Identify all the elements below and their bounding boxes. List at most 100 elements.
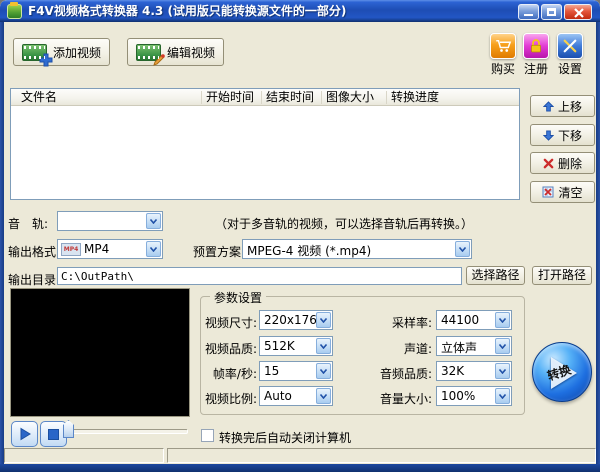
move-down-button[interactable]: 下移 (530, 124, 595, 146)
app-window: F4V视频格式转换器 4.3 (试用版只能转换源文件的一部分) 添加视频 编辑视… (0, 0, 600, 472)
settings-button[interactable] (557, 33, 583, 59)
column-filename[interactable]: 文件名 (21, 89, 57, 106)
frame-rate-select[interactable]: 15 (259, 361, 333, 381)
window-border-right (596, 22, 600, 472)
clear-label: 清空 (558, 185, 583, 200)
play-icon (20, 427, 31, 441)
audio-track-label: 音 轨: (8, 217, 49, 231)
arrow-up-icon (542, 100, 554, 112)
column-separator (321, 91, 322, 104)
file-list[interactable]: 文件名 开始时间 结束时间 图像大小 转换进度 (10, 88, 520, 200)
pencil-icon (153, 53, 165, 66)
audio-track-hint: （对于多音轨的视频，可以选择音轨后再转换。） (215, 217, 474, 231)
shutdown-checkbox-label: 转换完后自动关闭计算机 (219, 431, 352, 445)
status-panel-left (4, 448, 164, 463)
plus-icon (39, 53, 53, 66)
status-panel-right (167, 448, 596, 463)
close-icon (574, 8, 584, 18)
column-imagesize[interactable]: 图像大小 (326, 89, 374, 106)
choose-path-button[interactable]: 选择路径 (466, 266, 525, 285)
file-list-body[interactable] (11, 107, 519, 199)
chevron-down-icon[interactable] (316, 388, 331, 404)
preset-label: 预置方案: (193, 245, 246, 259)
video-size-label: 视频尺寸: (204, 316, 257, 330)
chevron-down-icon[interactable] (495, 338, 510, 354)
delete-button[interactable]: 删除 (530, 152, 595, 174)
close-button[interactable] (564, 4, 592, 20)
shutdown-checkbox[interactable] (201, 429, 214, 442)
output-dir-label: 输出目录: (8, 273, 61, 287)
clear-icon (542, 186, 554, 198)
chevron-down-icon[interactable] (316, 312, 331, 328)
audio-quality-label: 音频品质: (379, 367, 432, 381)
channels-label: 声道: (403, 342, 432, 356)
stop-icon (48, 428, 59, 440)
app-icon (7, 2, 22, 19)
title-bar[interactable]: F4V视频格式转换器 4.3 (试用版只能转换源文件的一部分) (0, 0, 600, 22)
volume-select[interactable]: 100% (436, 386, 512, 406)
clear-button[interactable]: 清空 (530, 181, 595, 203)
maximize-button[interactable] (541, 4, 562, 20)
chevron-down-icon[interactable] (455, 241, 470, 257)
minimize-icon (524, 14, 533, 16)
column-separator (386, 91, 387, 104)
chevron-down-icon[interactable] (146, 241, 161, 257)
edit-video-label: 编辑视频 (167, 45, 216, 60)
edit-video-button[interactable]: 编辑视频 (127, 38, 225, 66)
video-quality-label: 视频品质: (204, 342, 257, 356)
video-size-value: 220x176 (264, 313, 317, 327)
minimize-button[interactable] (518, 4, 539, 20)
window-border-left (0, 22, 4, 472)
audio-quality-select[interactable]: 32K (436, 361, 512, 381)
volume-label: 音量大小: (379, 392, 432, 406)
audio-quality-value: 32K (441, 364, 465, 378)
sample-rate-select[interactable]: 44100 (436, 310, 512, 330)
volume-value: 100% (441, 389, 476, 403)
chevron-down-icon[interactable] (146, 213, 161, 229)
audio-track-select[interactable] (57, 211, 163, 231)
column-progress[interactable]: 转换进度 (391, 89, 439, 106)
mp4-format-icon: MP4 (61, 243, 81, 256)
move-up-label: 上移 (557, 99, 582, 114)
column-separator (201, 91, 202, 104)
output-format-label: 输出格式: (8, 245, 61, 259)
add-video-label: 添加视频 (53, 45, 102, 60)
move-up-button[interactable]: 上移 (530, 95, 595, 117)
chevron-down-icon[interactable] (495, 363, 510, 379)
window-border-bottom (0, 464, 600, 472)
preset-select[interactable]: MPEG-4 视频 (*.mp4) (242, 239, 472, 259)
settings-label: 设置 (557, 62, 582, 76)
register-button[interactable] (523, 33, 549, 59)
buy-label: 购买 (490, 62, 515, 76)
open-path-button[interactable]: 打开路径 (532, 266, 592, 285)
delete-x-icon (543, 158, 554, 168)
output-format-value: MP4 (84, 242, 110, 256)
convert-button[interactable]: 转换 (532, 342, 592, 402)
output-format-select[interactable]: MP4 MP4 (57, 239, 163, 259)
add-video-icon (22, 43, 53, 66)
chevron-down-icon[interactable] (495, 312, 510, 328)
column-starttime[interactable]: 开始时间 (206, 89, 254, 106)
tools-icon (563, 39, 577, 53)
video-quality-select[interactable]: 512K (259, 336, 333, 356)
arrow-down-icon (542, 129, 554, 141)
output-dir-input[interactable]: C:\OutPath\ (57, 267, 462, 285)
play-button[interactable] (11, 421, 38, 447)
video-preview (10, 288, 190, 417)
chevron-down-icon[interactable] (495, 388, 510, 404)
register-label: 注册 (523, 62, 548, 76)
column-endtime[interactable]: 结束时间 (266, 89, 314, 106)
video-size-select[interactable]: 220x176 (259, 310, 333, 330)
buy-button[interactable] (490, 33, 516, 59)
chevron-down-icon[interactable] (316, 363, 331, 379)
channels-select[interactable]: 立体声 (436, 336, 512, 356)
aspect-ratio-select[interactable]: Auto (259, 386, 333, 406)
channels-value: 立体声 (441, 341, 478, 355)
seek-slider-track[interactable] (72, 429, 188, 434)
frame-rate-value: 15 (264, 364, 280, 378)
stop-button[interactable] (40, 421, 67, 447)
aspect-ratio-label: 视频比例: (204, 392, 257, 406)
chevron-down-icon[interactable] (316, 338, 331, 354)
delete-label: 删除 (557, 156, 582, 171)
add-video-button[interactable]: 添加视频 (13, 38, 111, 66)
